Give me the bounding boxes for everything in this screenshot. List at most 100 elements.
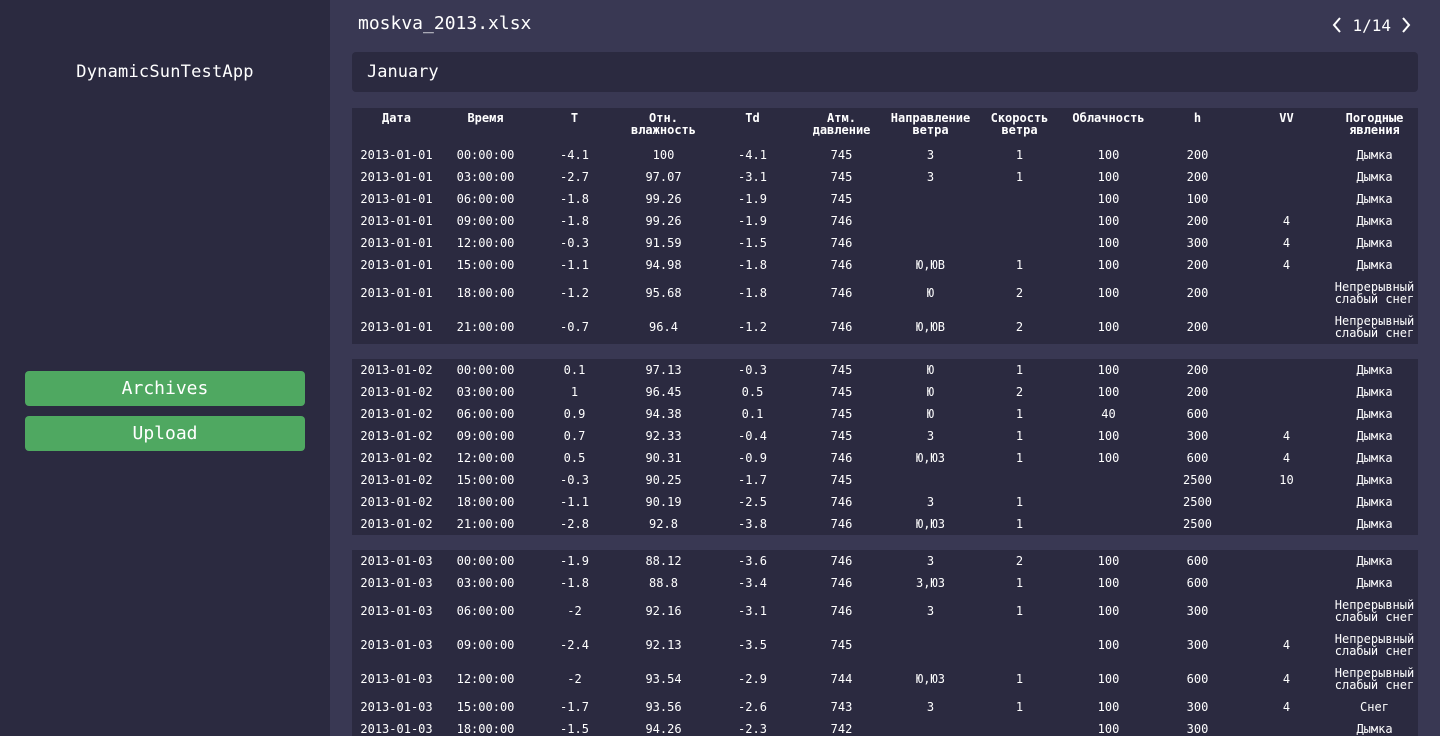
table-cell: 1 (1015, 700, 1024, 714)
table-cell: -0.4 (738, 429, 767, 443)
table-cell: 00:00:00 (456, 148, 515, 162)
table-cell: 00:00:00 (456, 554, 515, 568)
table-cell: 200 (1186, 148, 1209, 162)
table-cell: 97.13 (645, 363, 682, 377)
table-cell: -2.7 (560, 170, 589, 184)
table-cell: 746 (830, 214, 853, 228)
chevron-right-icon[interactable] (1397, 14, 1415, 36)
upload-button[interactable]: Upload (25, 416, 305, 451)
app-title: DynamicSunTestApp (76, 62, 254, 82)
column-header: Скорость ветра (990, 111, 1049, 137)
table-cell: -4.1 (738, 148, 767, 162)
table-cell: 745 (830, 638, 853, 652)
table-cell: 15:00:00 (456, 700, 515, 714)
table-cell: Дымка (1356, 554, 1393, 568)
column-header: VV (1279, 111, 1294, 125)
table-cell: 746 (830, 576, 853, 590)
table-cell: 92.13 (645, 638, 682, 652)
table-cell: 92.33 (645, 429, 682, 443)
table-cell: 2 (1015, 385, 1024, 399)
archives-button[interactable]: Archives (25, 371, 305, 406)
table-cell: -3.5 (738, 638, 767, 652)
table-cell: 0.7 (563, 429, 586, 443)
table-cell: 200 (1186, 385, 1209, 399)
table-cell: -1.8 (738, 258, 767, 272)
table-cell: -1.1 (560, 495, 589, 509)
table-cell: -1.5 (738, 236, 767, 250)
table-cell: 745 (830, 407, 853, 421)
table-cell: 2013-01-03 (360, 554, 433, 568)
table-cell: -0.3 (560, 236, 589, 250)
weather-table: Дата Время T Отн. влажность Td Атм. давление Н… (352, 108, 1418, 736)
table-cell: 300 (1186, 236, 1209, 250)
table-cell: 4 (1282, 236, 1291, 250)
table-cell: 2013-01-01 (360, 214, 433, 228)
table-cell: 600 (1186, 576, 1209, 590)
table-cell: Дымка (1356, 451, 1393, 465)
table-cell: Ю,ЮЗ (916, 517, 945, 531)
table-cell: 00:00:00 (456, 363, 515, 377)
table-cell: 746 (830, 320, 853, 334)
table-cell: 2013-01-02 (360, 363, 433, 377)
table-cell: 746 (830, 495, 853, 509)
table-cell: Дымка (1356, 214, 1393, 228)
table-cell: -2 (567, 672, 582, 686)
table-cell: -2.8 (560, 517, 589, 531)
table-cell: 744 (830, 672, 853, 686)
table-cell: 2013-01-01 (360, 320, 433, 334)
table-cell: Дымка (1356, 429, 1393, 443)
table-cell: 100 (1097, 148, 1120, 162)
table-cell: 745 (830, 192, 853, 206)
table-row: 2013-01-02 09:00:00 0.7 92.33 -0.4 745 З 1 100 30… (352, 425, 1418, 447)
table-cell: 4 (1282, 672, 1291, 686)
table-cell: 100 (1097, 192, 1120, 206)
table-cell: Дымка (1356, 363, 1393, 377)
table-cell: 91.59 (645, 236, 682, 250)
table-cell: 746 (830, 604, 853, 618)
table-cell: 200 (1186, 363, 1209, 377)
table-cell: 90.25 (645, 473, 682, 487)
chevron-left-icon[interactable] (1328, 14, 1346, 36)
table-cell: Ю (926, 363, 935, 377)
table-cell: 100 (1097, 700, 1120, 714)
table-row: 2013-01-01 21:00:00 -0.7 96.4 -1.2 746 Ю,ЮВ 2 10… (352, 310, 1418, 344)
table-cell: -2.3 (738, 722, 767, 736)
table-cell: Дымка (1356, 495, 1393, 509)
table-cell: 92.8 (649, 517, 678, 531)
table-cell: 745 (830, 429, 853, 443)
table-row: 2013-01-01 03:00:00 -2.7 97.07 -3.1 745 З 1 100 2… (352, 166, 1418, 188)
table-cell: 300 (1186, 700, 1209, 714)
table-day-group: 2013-01-03 00:00:00 -1.9 88.12 -3.6 746 З 2 100 6… (352, 550, 1418, 736)
table-cell: 100 (1097, 236, 1120, 250)
table-row: 2013-01-03 06:00:00 -2 92.16 -3.1 746 З 1 100 300… (352, 594, 1418, 628)
table-cell: З (926, 604, 935, 618)
table-cell: 10 (1279, 473, 1294, 487)
table-cell: Ю,ЮВ (916, 320, 945, 334)
table-cell: 4 (1282, 700, 1291, 714)
table-cell: -1.7 (560, 700, 589, 714)
table-cell: -1.9 (738, 214, 767, 228)
table-cell: 100 (1097, 214, 1120, 228)
table-cell: 09:00:00 (456, 638, 515, 652)
sidebar: DynamicSunTestApp Archives Upload (0, 0, 330, 736)
table-cell: 99.26 (645, 214, 682, 228)
table-cell: 1 (1015, 407, 1024, 421)
table-cell: 100 (1097, 604, 1120, 618)
table-cell: 2013-01-02 (360, 495, 433, 509)
table-cell: 100 (1186, 192, 1209, 206)
table-row: 2013-01-03 18:00:00 -1.5 94.26 -2.3 742 100 300… (352, 718, 1418, 736)
table-cell: 200 (1186, 320, 1209, 334)
table-day-group: Дата Время T Отн. влажность Td Атм. давление Н… (352, 108, 1418, 344)
table-cell: 200 (1186, 258, 1209, 272)
table-cell: -3.8 (738, 517, 767, 531)
table-cell: Снег (1360, 700, 1389, 714)
table-cell: 2013-01-03 (360, 672, 433, 686)
table-cell: Дымка (1356, 236, 1393, 250)
table-cell: 06:00:00 (456, 604, 515, 618)
table-cell: -1.2 (738, 320, 767, 334)
table-cell: 06:00:00 (456, 407, 515, 421)
table-row: 2013-01-02 03:00:00 1 96.45 0.5 745 Ю 2 100 200 Ды… (352, 381, 1418, 403)
table-cell: 2500 (1183, 495, 1212, 509)
table-row: 2013-01-01 06:00:00 -1.8 99.26 -1.9 745 100 100… (352, 188, 1418, 210)
table-cell: З (926, 170, 935, 184)
